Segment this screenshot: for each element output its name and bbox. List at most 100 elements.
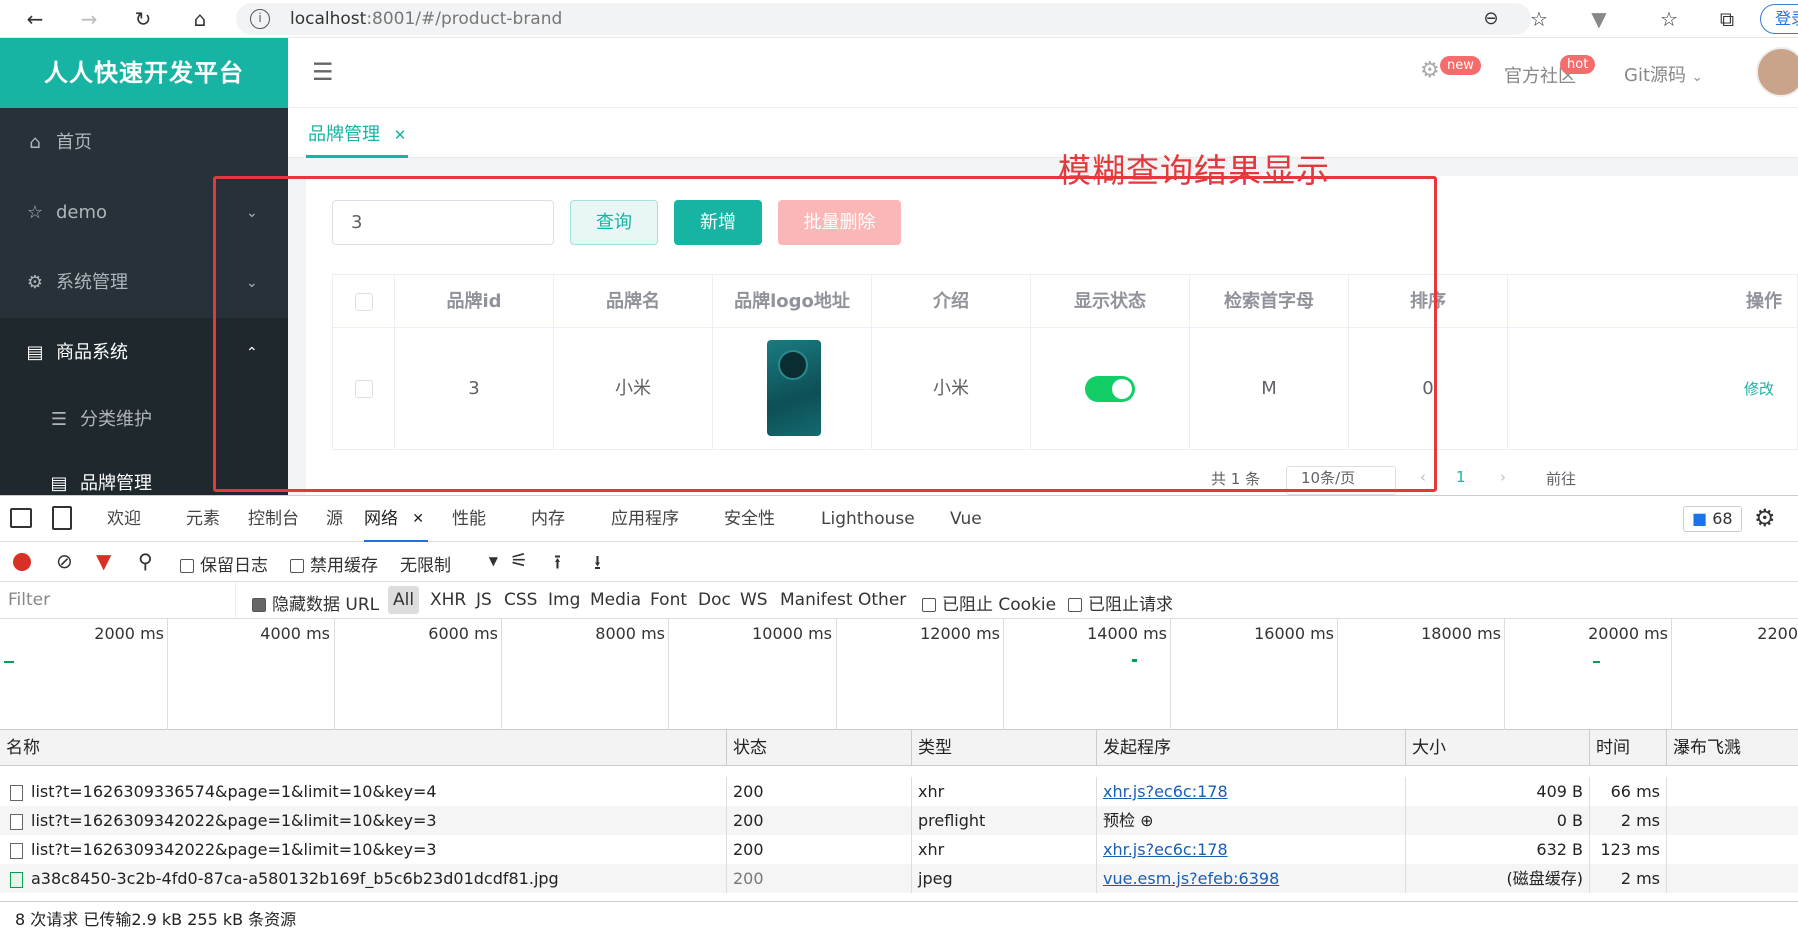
search-icon[interactable]: ⚲	[138, 549, 153, 573]
filter-input[interactable]: Filter	[0, 582, 236, 618]
page-tabs: 品牌管理 ✕	[288, 108, 1798, 158]
settings-icon[interactable]: ⚙	[1420, 58, 1440, 83]
sidebar-item-home[interactable]: ⌂ 首页	[0, 108, 288, 178]
back-icon[interactable]: ←	[22, 6, 48, 32]
collections-icon[interactable]: ⧉	[1714, 6, 1740, 32]
close-icon[interactable]: ✕	[394, 126, 407, 144]
column-header[interactable]: 瀑布飞溅	[1667, 730, 1798, 766]
filter-type-font[interactable]: Font	[650, 590, 687, 610]
home-icon[interactable]: ⌂	[187, 6, 213, 32]
timeline-tick: 2200	[1757, 624, 1798, 643]
preflight-icon[interactable]: ⊕	[1140, 811, 1153, 830]
zoom-icon[interactable]: ⊖	[1478, 6, 1504, 32]
throttle-select[interactable]: 无限制 ▼	[400, 551, 498, 576]
filter-type-doc[interactable]: Doc	[698, 590, 731, 610]
request-status: 200	[727, 777, 912, 806]
git-source-dropdown[interactable]: Git源码 ⌄	[1624, 61, 1703, 87]
device-toolbar-icon[interactable]	[52, 506, 72, 530]
filter-type-img[interactable]: Img	[548, 590, 580, 610]
tab-network[interactable]: 网络 ✕	[364, 496, 428, 542]
tab-brand-management[interactable]: 品牌管理 ✕	[306, 120, 409, 158]
blocked-requests-checkbox[interactable]: 已阻止请求	[1068, 590, 1173, 615]
column-header[interactable]: 状态	[727, 730, 912, 766]
filter-type-css[interactable]: CSS	[504, 590, 537, 610]
request-status: 200	[727, 864, 912, 893]
request-type: xhr	[912, 777, 1097, 806]
avatar[interactable]	[1756, 47, 1798, 97]
menu-toggle-icon[interactable]: ☰	[312, 58, 334, 86]
site-info-icon[interactable]: i	[250, 9, 270, 29]
request-time: 66 ms	[1590, 777, 1667, 806]
devtools-panel: 欢迎 元素 控制台 源 网络 ✕ 性能 内存 应用程序 安全性 Lighthou…	[0, 495, 1798, 941]
clear-icon[interactable]: ⊘	[56, 549, 73, 573]
network-conditions-icon[interactable]: ⚟	[510, 548, 528, 572]
tab-vue[interactable]: Vue	[950, 496, 982, 542]
filter-type-xhr[interactable]: XHR	[430, 590, 466, 610]
filter-type-all[interactable]: All	[388, 586, 420, 614]
next-page-icon[interactable]: ›	[1500, 468, 1506, 486]
preserve-log-checkbox[interactable]: 保留日志	[180, 551, 268, 576]
initiator-link[interactable]: xhr.js?ec6c:178	[1103, 782, 1228, 801]
login-button[interactable]: 登录	[1760, 4, 1798, 34]
request-type: xhr	[912, 835, 1097, 864]
network-grid-header: 名称 状态 类型 发起程序 大小 时间 瀑布飞溅	[0, 730, 1798, 766]
timeline-tick: 10000 ms	[752, 624, 832, 643]
settings-icon[interactable]: ⚙	[1754, 504, 1776, 532]
tab-sources[interactable]: 源	[326, 496, 343, 542]
export-har-icon[interactable]: ⭳	[594, 548, 601, 582]
address-bar[interactable]: i localhost:8001/#/product-brand ⊖	[236, 3, 1531, 35]
tab-welcome[interactable]: 欢迎	[107, 496, 141, 542]
record-icon[interactable]	[13, 553, 31, 571]
tab-application[interactable]: 应用程序	[611, 496, 679, 542]
chevron-down-icon: ⌄	[1691, 70, 1703, 85]
page-number[interactable]: 1	[1456, 468, 1466, 486]
filter-icon[interactable]: ▼	[96, 549, 111, 573]
forward-icon[interactable]: →	[76, 6, 102, 32]
table-row[interactable]: list?t=1626309342022&page=1&limit=10&key…	[0, 806, 1798, 835]
git-label: Git源码	[1624, 65, 1687, 86]
tab-elements[interactable]: 元素	[186, 496, 220, 542]
column-header[interactable]: 大小	[1406, 730, 1590, 766]
tab-security[interactable]: 安全性	[724, 496, 775, 542]
close-icon[interactable]: ✕	[412, 496, 424, 542]
favorite-add-icon[interactable]: ☆	[1526, 6, 1552, 32]
tab-memory[interactable]: 内存	[531, 496, 565, 542]
blocked-cookies-checkbox[interactable]: 已阻止 Cookie	[922, 590, 1056, 615]
goods-icon: ▤	[26, 342, 44, 363]
column-header[interactable]: 时间	[1590, 730, 1667, 766]
initiator-link[interactable]: vue.esm.js?efeb:6398	[1103, 869, 1279, 888]
column-header: 操作	[1508, 275, 1798, 328]
file-icon	[10, 784, 23, 801]
favorites-icon[interactable]: ☆	[1656, 6, 1682, 32]
tab-console[interactable]: 控制台	[248, 496, 299, 542]
network-overview-timeline: 2000 ms 4000 ms 6000 ms 8000 ms 10000 ms…	[0, 619, 1798, 730]
tab-lighthouse[interactable]: Lighthouse	[821, 496, 915, 542]
column-header[interactable]: 名称	[0, 730, 727, 766]
column-header[interactable]: 类型	[912, 730, 1097, 766]
inspect-element-icon[interactable]	[10, 508, 32, 528]
reload-icon[interactable]: ↻	[130, 6, 156, 32]
filter-type-js[interactable]: JS	[476, 590, 492, 610]
issues-counter[interactable]: ■ 68	[1683, 506, 1742, 532]
extension-icon[interactable]: ▼	[1586, 6, 1612, 32]
filter-type-media[interactable]: Media	[590, 590, 641, 610]
disable-cache-checkbox[interactable]: 禁用缓存	[290, 551, 378, 576]
column-header[interactable]: 发起程序	[1097, 730, 1406, 766]
request-size: 632 B	[1406, 835, 1590, 864]
filter-type-manifest[interactable]: Manifest	[780, 590, 853, 610]
timeline-tick: 8000 ms	[595, 624, 665, 643]
timeline-tick: 16000 ms	[1254, 624, 1334, 643]
filter-type-ws[interactable]: WS	[740, 590, 768, 610]
table-row[interactable]: list?t=1626309336574&page=1&limit=10&key…	[0, 777, 1798, 806]
network-filter-bar: Filter 隐藏数据 URL All XHR JS CSS Img Media…	[0, 582, 1798, 619]
request-size: 409 B	[1406, 777, 1590, 806]
edit-link[interactable]: 修改	[1744, 380, 1774, 398]
import-har-icon[interactable]: ⭱	[554, 548, 561, 582]
filter-type-other[interactable]: Other	[858, 590, 906, 610]
table-row[interactable]: a38c8450-3c2b-4fd0-87ca-a580132b169f_b5c…	[0, 864, 1798, 893]
table-row[interactable]: list?t=1626309342022&page=1&limit=10&key…	[0, 835, 1798, 864]
tab-performance[interactable]: 性能	[452, 496, 486, 542]
hide-data-url-checkbox[interactable]: 隐藏数据 URL	[252, 590, 379, 615]
timeline-tick: 2000 ms	[94, 624, 164, 643]
initiator-link[interactable]: xhr.js?ec6c:178	[1103, 840, 1228, 859]
